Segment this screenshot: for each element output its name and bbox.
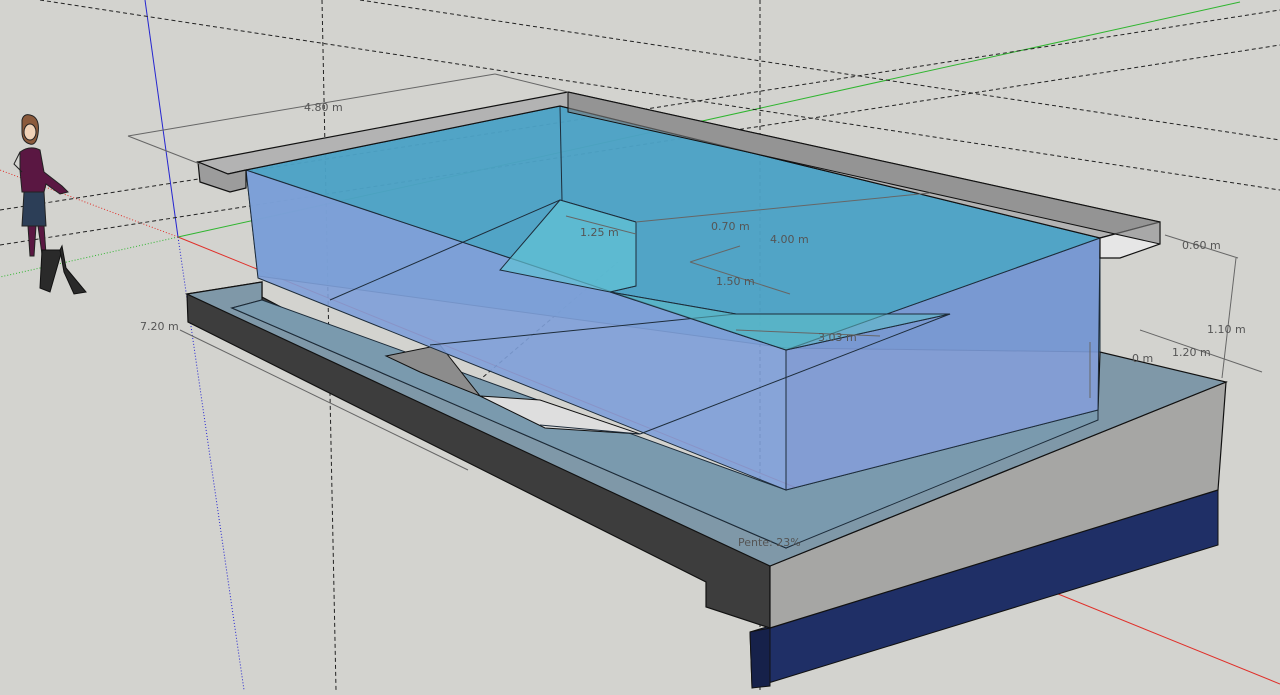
- dim-ramp-length[interactable]: 3.03 m: [818, 331, 857, 344]
- dim-step-depth[interactable]: 0.70 m: [711, 220, 750, 233]
- dim-main-length[interactable]: 4.00 m: [770, 233, 809, 246]
- dim-wall-height[interactable]: 1.10 m: [1207, 323, 1246, 336]
- dim-coping-width[interactable]: 0.60 m: [1182, 239, 1221, 252]
- dim-length-top[interactable]: 4.80 m: [304, 101, 343, 114]
- dim-step-width[interactable]: 1.25 m: [580, 226, 619, 239]
- foundation-slab-edge[interactable]: [749, 627, 771, 689]
- dim-step-run[interactable]: 1.50 m: [716, 275, 755, 288]
- dim-side-length[interactable]: 7.20 m: [140, 320, 179, 333]
- blue-axis: [144, 0, 179, 238]
- sketchup-viewport[interactable]: 4.80 m 7.20 m 1.25 m 0.70 m 4.00 m 1.50 …: [0, 0, 1280, 691]
- dim-shelf-width[interactable]: 1.20 m: [1172, 346, 1211, 359]
- model-canvas[interactable]: 4.80 m 7.20 m 1.25 m 0.70 m 4.00 m 1.50 …: [0, 0, 1280, 691]
- green-axis-dotted: [0, 236, 179, 278]
- dim-partial[interactable]: 0 m: [1132, 352, 1153, 365]
- slope-label[interactable]: Pente: 23%: [738, 536, 801, 549]
- person-scale-figure[interactable]: [13, 114, 87, 295]
